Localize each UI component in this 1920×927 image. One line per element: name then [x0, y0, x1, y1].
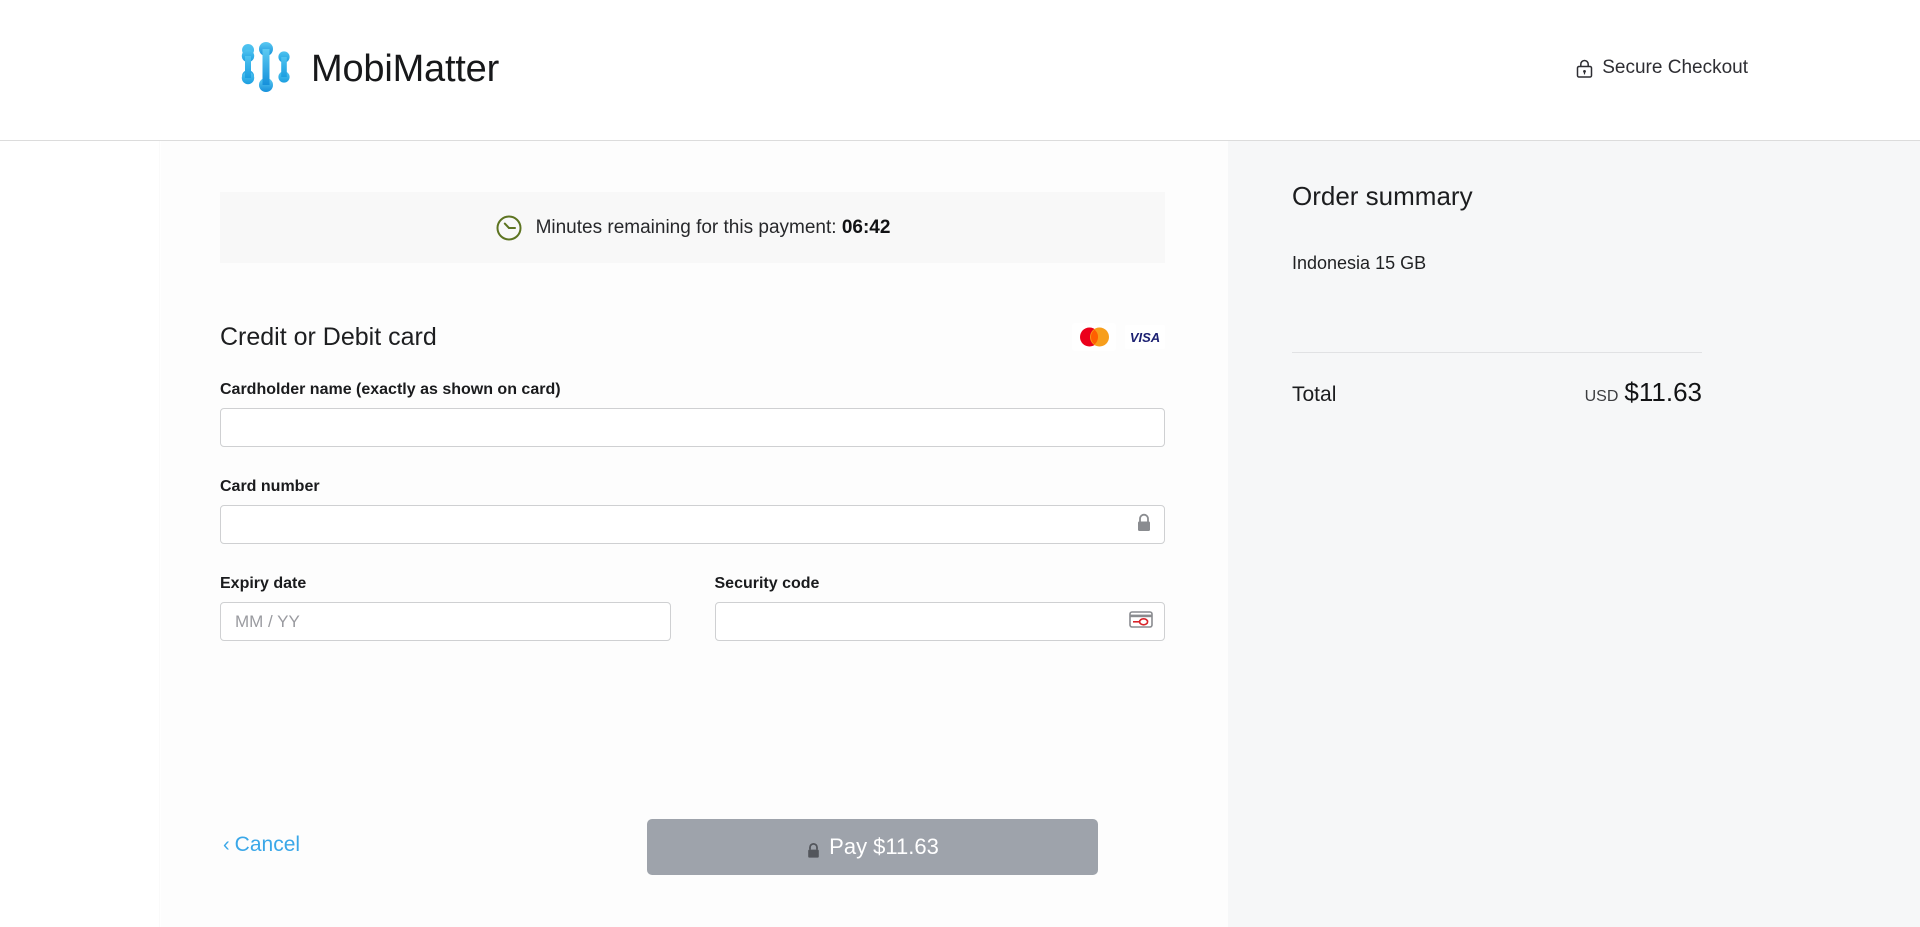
order-total-row: Total USD $11.63 [1292, 377, 1702, 408]
accepted-card-brands: VISA [1072, 323, 1165, 351]
brand-logo-group: MobiMatter [235, 38, 499, 100]
order-total-label: Total [1292, 383, 1337, 406]
card-section-header: Credit or Debit card VISA [220, 317, 1165, 357]
order-item-name: Indonesia 15 GB [1292, 253, 1427, 273]
mastercard-logo-icon [1072, 323, 1116, 351]
order-summary-panel: Order summary Indonesia 15 GB Total USD … [1228, 141, 1920, 927]
expiry-security-row: Expiry date Security code [220, 575, 1165, 641]
cancel-label: Cancel [234, 833, 301, 856]
pay-button[interactable]: Pay $11.63 [647, 819, 1098, 875]
page-header: MobiMatter Secure Checkout [0, 0, 1920, 141]
order-total-value: USD $11.63 [1585, 377, 1702, 408]
expiry-date-label: Expiry date [220, 575, 307, 592]
summary-divider [1292, 352, 1702, 353]
order-summary-content: Order summary Indonesia 15 GB Total USD … [1292, 181, 1702, 408]
order-summary-title: Order summary [1292, 181, 1473, 211]
lock-outline-icon [1576, 59, 1593, 78]
clock-icon [495, 214, 523, 242]
secure-checkout-label: Secure Checkout [1602, 57, 1748, 78]
order-currency: USD [1584, 388, 1619, 405]
cardholder-name-label: Cardholder name (exactly as shown on car… [220, 381, 561, 398]
chevron-left-icon: ‹ [223, 834, 230, 856]
checkout-page: MobiMatter Secure Checkout Minutes remai… [0, 0, 1920, 927]
payment-column: Minutes remaining for this payment: 06:4… [161, 141, 1228, 927]
lock-filled-icon [806, 839, 821, 858]
security-code-field[interactable] [714, 602, 1165, 641]
visa-logo-icon: VISA [1125, 325, 1165, 349]
page-body: Minutes remaining for this payment: 06:4… [0, 141, 1920, 927]
cancel-button[interactable]: ‹ Cancel [223, 833, 300, 857]
timer-text: Minutes remaining for this payment: 06:4… [536, 217, 891, 239]
expiry-date-field[interactable] [220, 602, 671, 641]
security-code-input[interactable] [715, 603, 1164, 640]
svg-text:VISA: VISA [1130, 330, 1160, 345]
form-actions: ‹ Cancel Pay $11.63 [220, 819, 1165, 875]
left-gutter [0, 141, 160, 927]
expiry-date-input[interactable] [221, 603, 670, 640]
security-code-label: Security code [714, 575, 820, 592]
card-number-input[interactable] [221, 506, 1164, 543]
card-number-field[interactable] [220, 505, 1165, 544]
mobimatter-logo-icon [235, 38, 297, 100]
card-form: Cardholder name (exactly as shown on car… [220, 381, 1165, 641]
card-section-title: Credit or Debit card [220, 322, 437, 351]
expiry-date-group: Expiry date [220, 575, 671, 641]
cardholder-name-input[interactable] [221, 409, 1164, 446]
order-item: Indonesia 15 GB [1292, 253, 1702, 274]
brand-name: MobiMatter [311, 47, 500, 90]
payment-timer-banner: Minutes remaining for this payment: 06:4… [220, 192, 1165, 263]
order-total-amount: $11.63 [1624, 377, 1702, 407]
cardholder-name-field[interactable] [220, 408, 1165, 447]
timer-value: 06:42 [841, 216, 891, 238]
secure-checkout-indicator: Secure Checkout [1576, 57, 1748, 79]
pay-button-label: Pay $11.63 [829, 834, 939, 859]
card-number-label: Card number [220, 478, 320, 495]
timer-prefix: Minutes remaining for this payment: [535, 216, 837, 238]
security-code-group: Security code [714, 575, 1165, 641]
